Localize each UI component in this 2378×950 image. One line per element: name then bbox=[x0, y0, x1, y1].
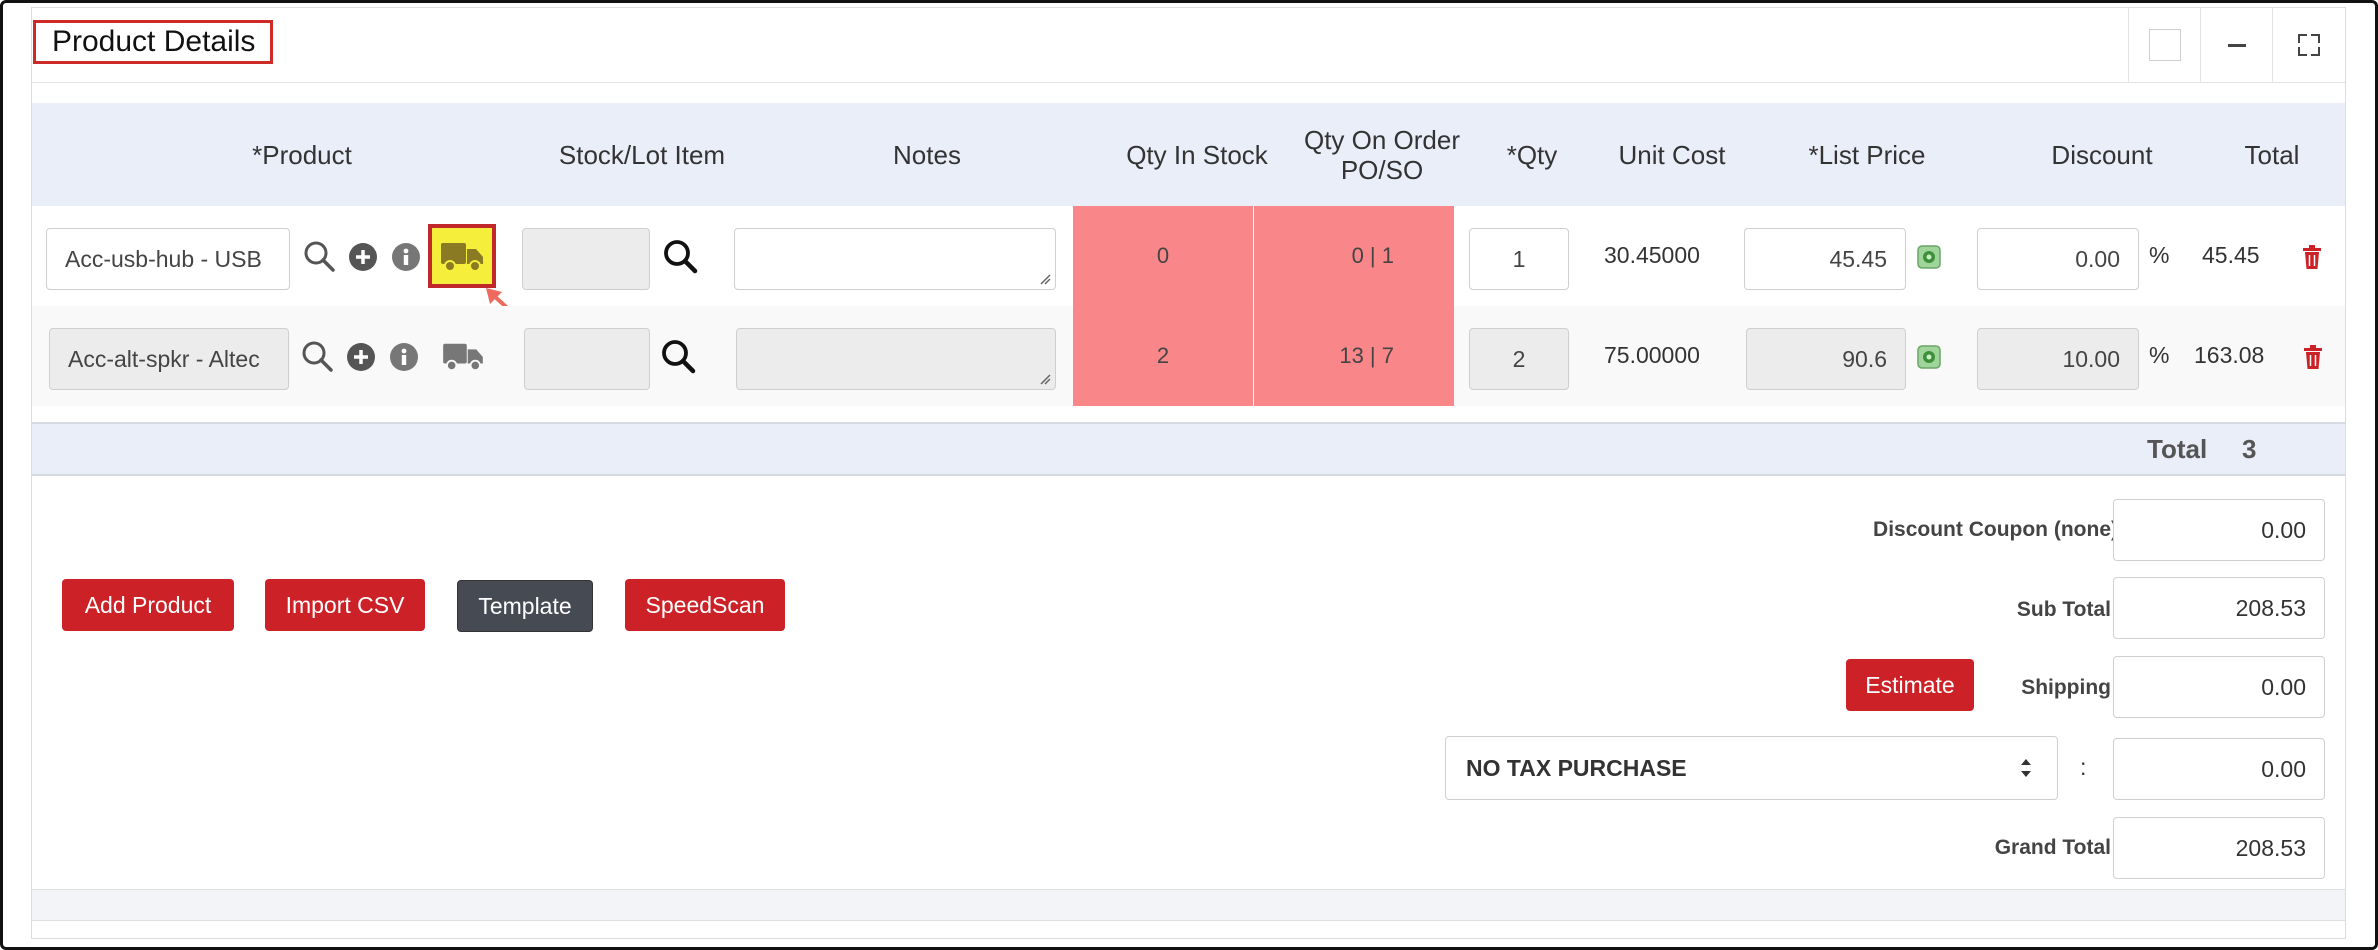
add-product-button[interactable]: Add Product bbox=[62, 579, 234, 631]
product-input[interactable]: Acc-alt-spkr - Altec bbox=[49, 328, 289, 390]
subtotal-input: 208.53 bbox=[2113, 577, 2325, 639]
qty-on-order-cell: 13 | 7 bbox=[1254, 306, 1454, 406]
total-label: Total bbox=[2147, 434, 2208, 464]
notes-textarea[interactable] bbox=[736, 328, 1056, 390]
discount-input[interactable]: 10.00 bbox=[1977, 328, 2139, 390]
panel-title: Product Details bbox=[33, 20, 273, 64]
table-row: Acc-usb-hub - USB 0 0 | 1 1 30.45000 45.… bbox=[32, 206, 2345, 318]
discount-unit: % bbox=[2149, 242, 2170, 268]
unit-cost-text: 30.45000 bbox=[1604, 242, 1700, 268]
resize-handle-icon[interactable] bbox=[1039, 373, 1051, 385]
list-price-input[interactable]: 90.6 bbox=[1746, 328, 1906, 390]
subtotal-label: Sub Total: bbox=[2016, 598, 2118, 621]
discount-unit: % bbox=[2149, 342, 2170, 368]
col-qty-on-order-line1: Qty On Order bbox=[1303, 124, 1461, 155]
add-icon[interactable] bbox=[346, 342, 376, 372]
price-book-icon[interactable] bbox=[1916, 244, 1942, 270]
unit-cost-text: 75.00000 bbox=[1604, 342, 1700, 368]
tax-select[interactable]: NO TAX PURCHASE bbox=[1445, 736, 2058, 800]
trash-icon[interactable] bbox=[2301, 244, 2323, 270]
row-total-text: 163.08 bbox=[2194, 342, 2265, 368]
table-header: *Product Stock/Lot Item Notes Qty In Sto… bbox=[32, 103, 2345, 206]
discount-coupon-input[interactable]: 0.00 bbox=[2113, 499, 2325, 561]
stock-lot-search-icon[interactable] bbox=[660, 236, 700, 276]
expand-icon bbox=[2298, 34, 2320, 56]
notes-textarea[interactable] bbox=[734, 228, 1056, 290]
resize-handle-icon[interactable] bbox=[1039, 273, 1051, 285]
list-price-input[interactable]: 45.45 bbox=[1744, 228, 1906, 290]
checkbox-icon bbox=[2149, 29, 2181, 61]
product-input[interactable]: Acc-usb-hub - USB bbox=[46, 228, 290, 290]
truck-button-highlighted[interactable] bbox=[428, 224, 496, 288]
info-icon[interactable] bbox=[389, 342, 419, 372]
shipping-input[interactable]: 0.00 bbox=[2113, 656, 2325, 718]
col-product: *Product bbox=[252, 139, 352, 170]
search-icon[interactable] bbox=[300, 339, 334, 373]
col-qty-on-order-line2: PO/SO bbox=[1340, 154, 1424, 185]
discount-input[interactable]: 0.00 bbox=[1977, 228, 2139, 290]
col-total: Total bbox=[2244, 139, 2300, 170]
total-qty: 3 bbox=[2242, 434, 2257, 464]
grand-total-input: 208.53 bbox=[2113, 817, 2325, 879]
speedscan-button[interactable]: SpeedScan bbox=[625, 579, 785, 631]
grand-total-label: Grand Total: bbox=[1994, 836, 2118, 859]
info-icon[interactable] bbox=[391, 242, 421, 272]
minimize-button[interactable] bbox=[2200, 8, 2273, 82]
table-row: Acc-alt-spkr - Altec 2 13 | 7 2 75.00000… bbox=[32, 306, 2345, 406]
col-notes: Notes bbox=[893, 139, 961, 170]
panel-header: Product Details bbox=[32, 8, 2345, 83]
panel-footer bbox=[32, 889, 2345, 921]
qty-in-stock-cell: 2 bbox=[1073, 306, 1253, 406]
product-details-panel: Product Details *Product Stock/Lot Item … bbox=[31, 7, 2346, 939]
tax-select-value: NO TAX PURCHASE bbox=[1466, 754, 1687, 781]
select-arrows-icon bbox=[2021, 759, 2031, 777]
maximize-button[interactable] bbox=[2272, 8, 2345, 82]
qty-input[interactable]: 2 bbox=[1469, 328, 1569, 390]
price-book-icon[interactable] bbox=[1916, 344, 1942, 370]
stock-lot-input[interactable] bbox=[524, 328, 650, 390]
discount-coupon-label: Discount Coupon (none) bbox=[1873, 518, 2118, 541]
qty-in-stock-cell: 0 bbox=[1073, 206, 1253, 306]
tax-input[interactable]: 0.00 bbox=[2113, 738, 2325, 800]
template-button[interactable]: Template bbox=[457, 580, 593, 632]
qty-on-order-cell: 0 | 1 bbox=[1254, 206, 1454, 306]
row-total-text: 45.45 bbox=[2202, 242, 2260, 268]
stock-lot-input[interactable] bbox=[522, 228, 650, 290]
shipping-label: Shipping: bbox=[2021, 676, 2118, 699]
truck-icon bbox=[441, 243, 483, 272]
add-icon[interactable] bbox=[348, 242, 378, 272]
stock-lot-search-icon[interactable] bbox=[658, 336, 698, 376]
qty-input[interactable]: 1 bbox=[1469, 228, 1569, 290]
trash-icon[interactable] bbox=[2302, 344, 2324, 370]
search-icon[interactable] bbox=[302, 239, 336, 273]
minimize-icon bbox=[2228, 43, 2246, 47]
truck-icon[interactable] bbox=[440, 336, 486, 376]
table-total-row: Total 3 bbox=[32, 422, 2345, 476]
select-checkbox[interactable] bbox=[2128, 8, 2201, 82]
tax-colon: : bbox=[2080, 754, 2087, 780]
import-csv-button[interactable]: Import CSV bbox=[265, 579, 425, 631]
estimate-button[interactable]: Estimate bbox=[1846, 659, 1974, 711]
